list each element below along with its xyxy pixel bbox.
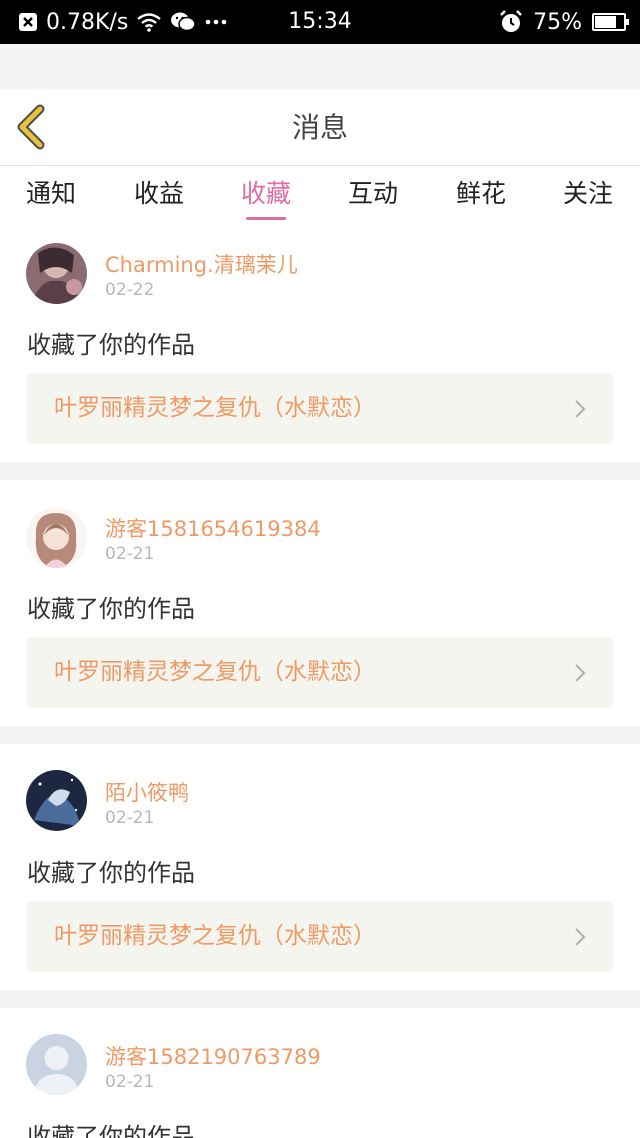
page-title: 消息	[291, 111, 348, 144]
user-name[interactable]: 陌小筱鸭	[105, 777, 189, 807]
message-action: 收藏了你的作品	[27, 1123, 195, 1138]
tab-bar: 通知 收益 收藏 互动 鲜花 关注	[0, 166, 640, 228]
alarm-icon	[500, 10, 522, 32]
tab-notifications[interactable]: 通知	[0, 166, 105, 228]
battery-percent: 75%	[533, 9, 582, 35]
work-title: 叶罗丽精灵梦之复仇（水默恋）	[54, 659, 376, 685]
user-name[interactable]: 游客1581654619384	[105, 513, 321, 543]
user-avatar-icon[interactable]	[26, 243, 87, 304]
message-date: 02-21	[105, 1072, 155, 1092]
nav-header: 消息	[0, 89, 640, 166]
status-bar-right: 75%	[499, 0, 629, 44]
message-card: 游客1581654619384 02-21 收藏了你的作品 叶罗丽精灵梦之复仇（…	[0, 480, 640, 726]
message-action: 收藏了你的作品	[27, 331, 195, 359]
user-avatar-icon[interactable]	[26, 507, 87, 568]
tab-interactions[interactable]: 互动	[319, 166, 427, 228]
battery-icon	[592, 13, 629, 31]
user-name[interactable]: Charming.清璃茉儿	[105, 249, 298, 279]
back-button[interactable]	[14, 103, 54, 151]
work-link[interactable]: 叶罗丽精灵梦之复仇（水默恋）	[26, 637, 613, 708]
top-spacer	[0, 44, 640, 89]
message-card: 游客1582190763789 02-21 收藏了你的作品	[0, 1008, 640, 1138]
user-avatar-icon[interactable]	[26, 770, 87, 831]
work-title: 叶罗丽精灵梦之复仇（水默恋）	[54, 395, 376, 421]
message-card: Charming.清璃茉儿 02-22 收藏了你的作品 叶罗丽精灵梦之复仇（水默…	[0, 228, 640, 462]
message-date: 02-21	[105, 808, 155, 828]
user-name[interactable]: 游客1582190763789	[105, 1041, 321, 1071]
tab-flowers[interactable]: 鲜花	[427, 166, 535, 228]
chevron-right-icon	[575, 664, 586, 682]
work-title: 叶罗丽精灵梦之复仇（水默恋）	[54, 923, 376, 949]
tab-active-indicator	[246, 217, 286, 220]
chevron-left-icon	[17, 104, 45, 150]
status-bar: 0.78K/s 15:34 75%	[0, 0, 640, 44]
message-date: 02-22	[105, 280, 155, 300]
work-link[interactable]: 叶罗丽精灵梦之复仇（水默恋）	[26, 901, 613, 972]
message-card: 陌小筱鸭 02-21 收藏了你的作品 叶罗丽精灵梦之复仇（水默恋）	[0, 744, 640, 990]
chevron-right-icon	[575, 928, 586, 946]
tab-favorites[interactable]: 收藏	[212, 166, 320, 228]
message-action: 收藏了你的作品	[27, 859, 195, 887]
message-action: 收藏了你的作品	[27, 595, 195, 623]
tab-follows[interactable]: 关注	[534, 166, 640, 228]
message-date: 02-21	[105, 544, 155, 564]
chevron-right-icon	[575, 400, 586, 418]
tab-earnings[interactable]: 收益	[105, 166, 213, 228]
default-avatar-icon[interactable]	[26, 1034, 87, 1095]
work-link[interactable]: 叶罗丽精灵梦之复仇（水默恋）	[26, 373, 613, 444]
